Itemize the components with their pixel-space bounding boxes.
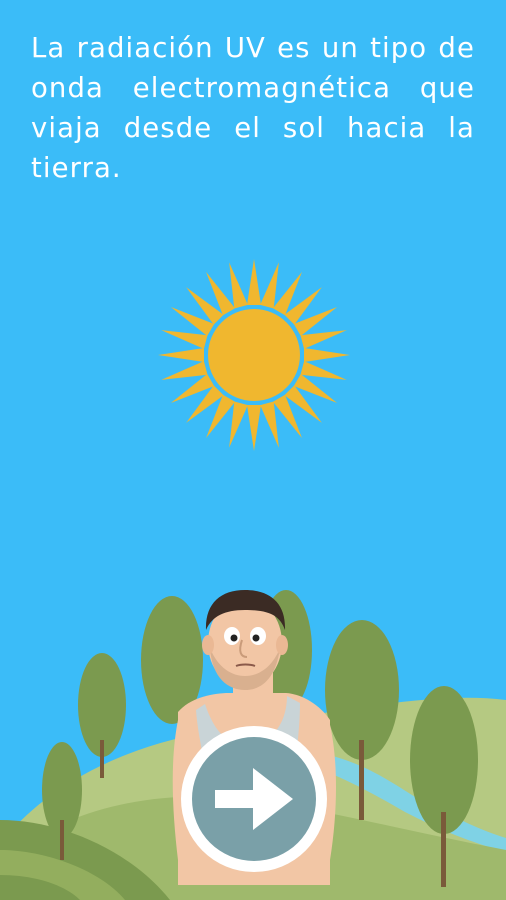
next-button[interactable]	[181, 726, 327, 872]
arrow-right-icon	[215, 768, 293, 830]
uv-intro-screen: La radiación UV es un tipo de onda elect…	[0, 0, 506, 900]
next-button-face	[192, 737, 316, 861]
